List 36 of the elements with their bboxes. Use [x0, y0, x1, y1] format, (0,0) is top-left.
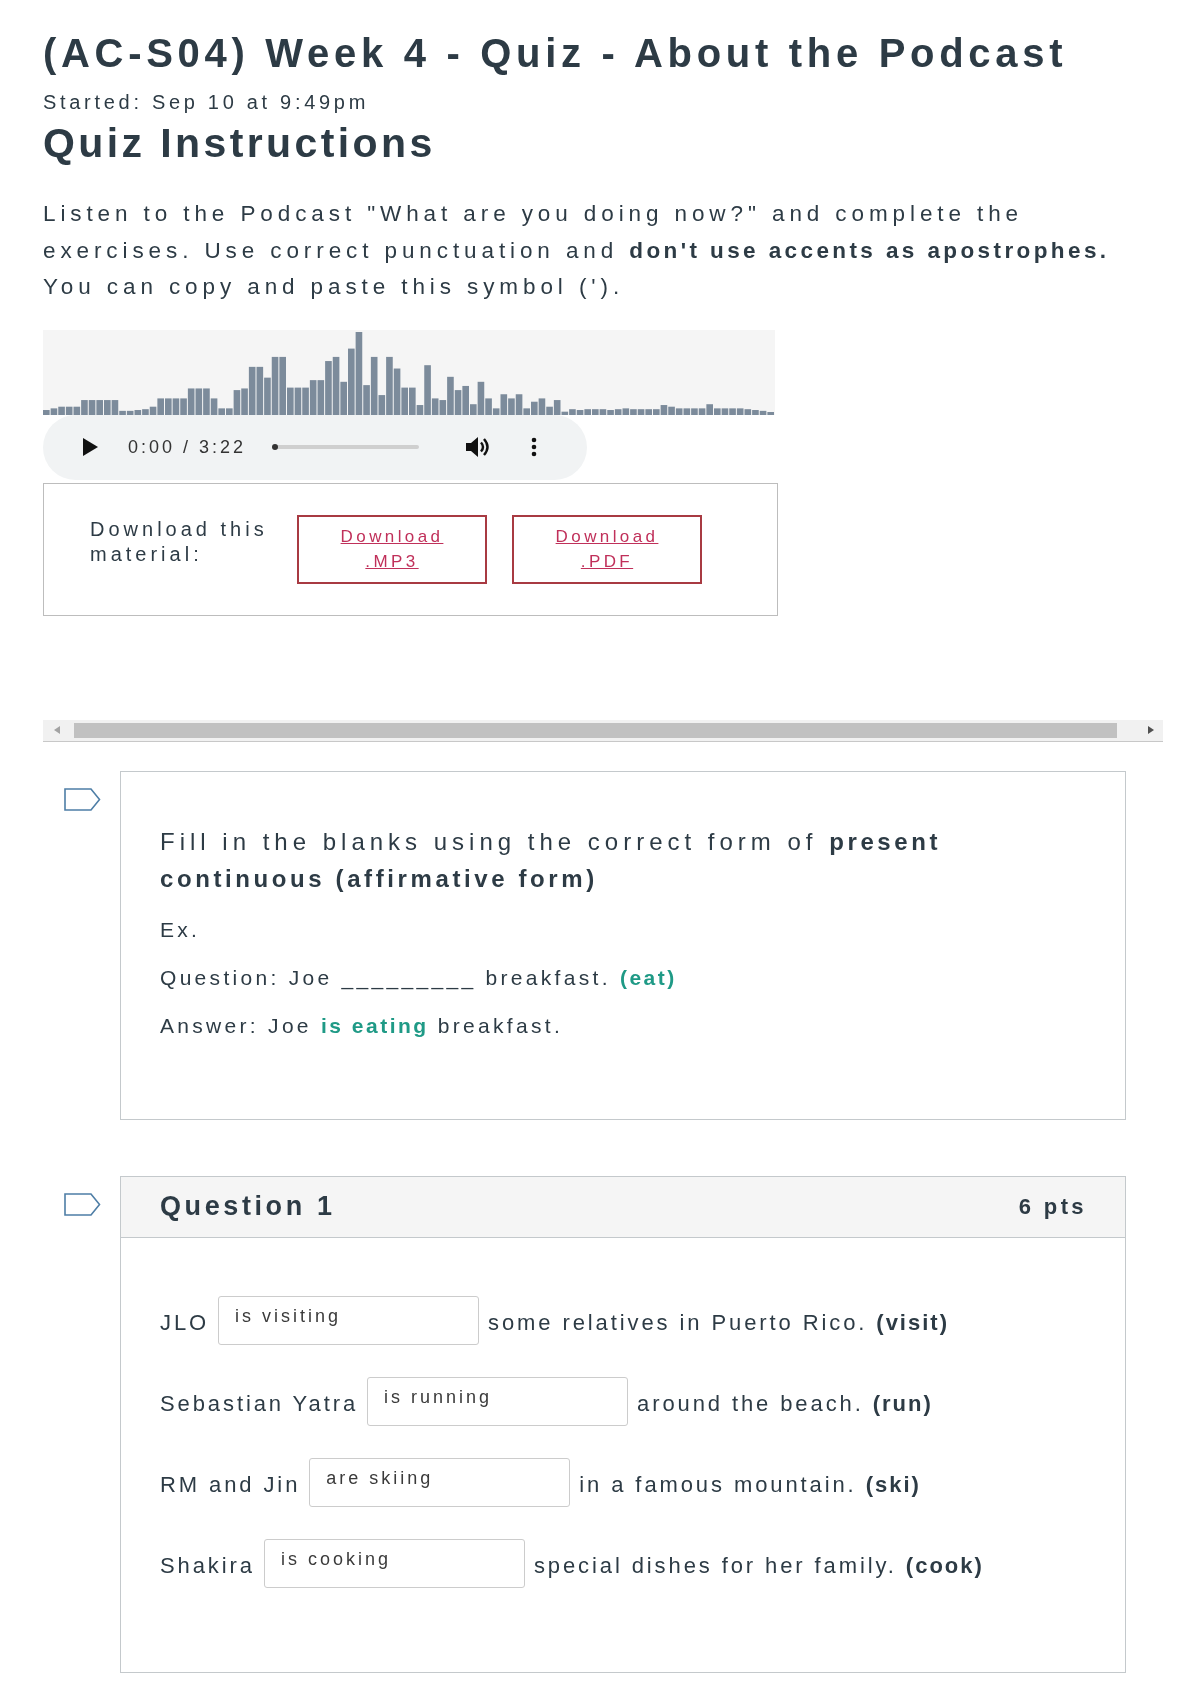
instructions-text: Listen to the Podcast "What are you doing now?" and complete the exercises. Use correct punctuation and don't use accents as apostrophes. You can copy and paste this symbol (').: [43, 200, 1111, 301]
download-button[interactable]: Download .PDF: [512, 514, 702, 584]
sentence-subject: Shakira: [160, 1552, 255, 1579]
instructions-heading: Quiz Instructions: [43, 120, 436, 166]
sentence-ending: around the beach. (run): [637, 1390, 933, 1417]
answer-field[interactable]: is visiting: [218, 1295, 480, 1345]
scroll-right-arrow-icon[interactable]: [1147, 725, 1155, 735]
sentence-subject: Sebastian Yatra: [160, 1390, 358, 1417]
sentence-subject: RM and Jin: [160, 1471, 301, 1498]
question-title: Question 1: [160, 1191, 336, 1222]
audio-time: 0:00 / 3:22: [128, 436, 247, 458]
example-line: Question: Joe _________ breakfast. (eat): [160, 964, 678, 992]
sentence-subject: JLO: [160, 1309, 210, 1336]
example-line: Answer: Joe is eating breakfast.: [160, 1012, 565, 1039]
answer-field[interactable]: are skiing: [309, 1457, 571, 1507]
more-options-icon[interactable]: [531, 437, 538, 457]
tag-outline-icon[interactable]: [64, 787, 101, 811]
example-line: Ex.: [160, 916, 202, 943]
answer-field[interactable]: is running: [367, 1376, 628, 1426]
seek-slider[interactable]: [273, 445, 420, 449]
seek-thumb[interactable]: [272, 444, 279, 450]
started-timestamp: Started: Sep 10 at 9:49pm: [43, 90, 369, 114]
sentence-ending: special dishes for her family. (cook): [533, 1552, 984, 1579]
play-icon[interactable]: [82, 438, 98, 456]
scrollbar-thumb[interactable]: [74, 722, 1117, 738]
download-button[interactable]: Download .MP3: [297, 514, 487, 584]
question-points: 6 pts: [1018, 1193, 1087, 1220]
quiz-title: (AC-S04) Week 4 - Quiz - About the Podcast: [43, 30, 1068, 76]
sentence-ending: some relatives in Puerto Rico. (visit): [488, 1309, 949, 1336]
horizontal-scrollbar[interactable]: [43, 719, 1163, 742]
answer-field[interactable]: is cooking: [263, 1538, 525, 1588]
sentence-ending: in a famous mountain. (ski): [579, 1471, 921, 1498]
tag-outline-icon[interactable]: [64, 1192, 101, 1216]
download-label: Download this material:: [90, 516, 269, 567]
exercise-instruction: Fill in the blanks using the correct form of present continuous (affirmative form): [160, 826, 943, 894]
volume-icon[interactable]: [465, 436, 492, 458]
